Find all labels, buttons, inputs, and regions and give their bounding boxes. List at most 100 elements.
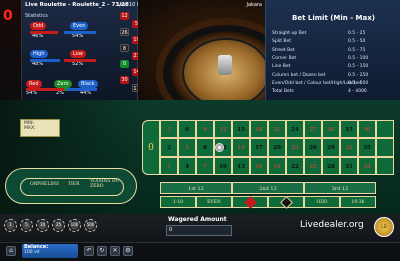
- racetrack[interactable]: ORPHELINS TIER VOISINS DU ZERO: [5, 168, 137, 204]
- number-cell[interactable]: 31: [340, 156, 358, 175]
- chip-button[interactable]: 1: [4, 219, 17, 232]
- number-cell[interactable]: 5: [178, 138, 196, 157]
- red-pill: Red: [26, 80, 42, 88]
- even-pill: Even: [70, 22, 89, 30]
- bet-limit-title: Bet Limit (Min - Max): [292, 14, 375, 22]
- racetrack-orphelins[interactable]: ORPHELINS: [30, 182, 59, 187]
- dozen-3rd[interactable]: 3rd 12: [304, 182, 376, 194]
- number-cell[interactable]: 20: [268, 138, 286, 157]
- balance-box: Balance: 100 vd: [22, 244, 78, 258]
- bet-limit-row: Split Bet 0.5 - 50: [272, 39, 396, 44]
- dozen-2nd[interactable]: 2nd 12: [232, 182, 304, 194]
- wheel-turret: [218, 55, 232, 75]
- column-bet-top[interactable]: [376, 120, 394, 139]
- red-diamond-icon: [243, 195, 257, 209]
- zero-cell[interactable]: 0: [142, 120, 160, 175]
- chip-button[interactable]: 100: [68, 219, 81, 232]
- number-cell[interactable]: 3: [160, 120, 178, 139]
- number-cell[interactable]: 23: [286, 138, 304, 157]
- number-cell[interactable]: 4: [178, 156, 196, 175]
- number-cell[interactable]: 6: [178, 120, 196, 139]
- number-cell[interactable]: 36: [358, 120, 376, 139]
- number-cell[interactable]: 21: [268, 120, 286, 139]
- column-bet-middle[interactable]: [376, 138, 394, 157]
- number-cell[interactable]: 7: [196, 156, 214, 175]
- number-cell[interactable]: 29: [322, 138, 340, 157]
- number-cell[interactable]: 2: [160, 138, 178, 157]
- statistics-title: Statistics: [25, 13, 48, 19]
- bet-limit-value: 0.5 - 150: [348, 64, 369, 70]
- chip-button[interactable]: 25: [52, 219, 65, 232]
- settings-icon[interactable]: ⚙: [123, 246, 133, 256]
- bet-red[interactable]: [232, 195, 268, 209]
- column-bet-bottom[interactable]: [376, 156, 394, 175]
- number-cell[interactable]: 33: [340, 120, 358, 139]
- undo-icon[interactable]: ↶: [84, 246, 94, 256]
- last-result-item: 0: [120, 60, 129, 68]
- bet-limit-key: Straight-up Bet: [272, 31, 307, 36]
- clear-icon[interactable]: ✕: [110, 246, 120, 256]
- chip-info-card: MIN: MAX:: [20, 119, 60, 137]
- number-cell[interactable]: 28: [322, 156, 340, 175]
- chip-info-max: MAX:: [24, 126, 36, 131]
- low-pill: Low: [70, 50, 86, 58]
- number-cell[interactable]: 30: [322, 120, 340, 139]
- number-cell[interactable]: 17: [250, 138, 268, 157]
- repeat-icon[interactable]: ↻: [97, 246, 107, 256]
- number-cell[interactable]: 15: [232, 120, 250, 139]
- number-cell[interactable]: 8: [196, 138, 214, 157]
- number-cell[interactable]: 26: [304, 138, 322, 157]
- number-cell[interactable]: 27: [304, 120, 322, 139]
- racetrack-voisins[interactable]: VOISINS DU ZERO: [90, 179, 120, 189]
- high-bar: [30, 59, 60, 62]
- number-cell[interactable]: 1: [160, 156, 178, 175]
- even-bar: [64, 31, 96, 34]
- number-cell[interactable]: 10: [214, 156, 232, 175]
- number-cell[interactable]: 22: [286, 156, 304, 175]
- live-video: Jakara: [138, 0, 265, 100]
- number-cell[interactable]: 24: [286, 120, 304, 139]
- chip-button[interactable]: 500: [84, 219, 97, 232]
- chip-button[interactable]: 10: [36, 219, 49, 232]
- dozen-1st[interactable]: 1st 12: [160, 182, 232, 194]
- colour-bar-black: [67, 88, 97, 91]
- low-bar: [64, 59, 96, 62]
- racetrack-tier[interactable]: TIER: [68, 182, 79, 187]
- bet-limit-value: 0.5 - 250: [348, 72, 369, 78]
- statistics-panel: Live Roulette - Roulette_2 - 73/28 Stati…: [22, 0, 155, 100]
- number-cell[interactable]: 13: [232, 156, 250, 175]
- placed-chip[interactable]: [215, 143, 224, 152]
- number-cell[interactable]: 34: [358, 156, 376, 175]
- number-cell[interactable]: 16: [250, 156, 268, 175]
- chip-button[interactable]: 5: [20, 219, 33, 232]
- bet-limit-value: 0.5 - 75: [348, 47, 366, 53]
- bet-even[interactable]: EVEN: [196, 196, 232, 208]
- number-cell[interactable]: 14: [232, 138, 250, 157]
- bet-limit-value: 0.5 - 500: [348, 80, 369, 86]
- brand-name: Livedealer.org: [300, 220, 364, 230]
- odd-bar: [30, 31, 58, 34]
- number-cell[interactable]: 32: [340, 138, 358, 157]
- bet-19-36[interactable]: 19-36: [340, 196, 376, 208]
- last-result-item: 8: [120, 44, 129, 52]
- bet-limit-key: Corner Bet: [272, 55, 297, 61]
- number-cell[interactable]: 12: [214, 120, 232, 139]
- zero-pill: Zero: [54, 80, 72, 88]
- number-cell[interactable]: 25: [304, 156, 322, 175]
- brand-logo: LD: [374, 217, 394, 237]
- last-result-item: 12: [120, 12, 129, 20]
- bet-limit-key: Total Bets: [272, 89, 294, 95]
- bet-black[interactable]: [268, 195, 304, 209]
- window-title: Live Roulette - Roulette_2 - 73/28: [25, 2, 129, 8]
- number-cell[interactable]: 9: [196, 120, 214, 139]
- last-result-item: 30: [120, 76, 129, 84]
- number-cell[interactable]: 18: [250, 120, 268, 139]
- bet-limit-row: Straight-up Bet 0.5 - 25: [272, 31, 396, 36]
- number-cell[interactable]: 19: [268, 156, 286, 175]
- number-cell[interactable]: 35: [358, 138, 376, 157]
- black-pill: Black: [78, 80, 98, 88]
- wager-amount-field: 0: [166, 225, 232, 236]
- bet-odd[interactable]: ODD: [304, 196, 340, 208]
- bet-1-18[interactable]: 1-18: [160, 196, 196, 208]
- home-icon[interactable]: ⌂: [6, 246, 16, 256]
